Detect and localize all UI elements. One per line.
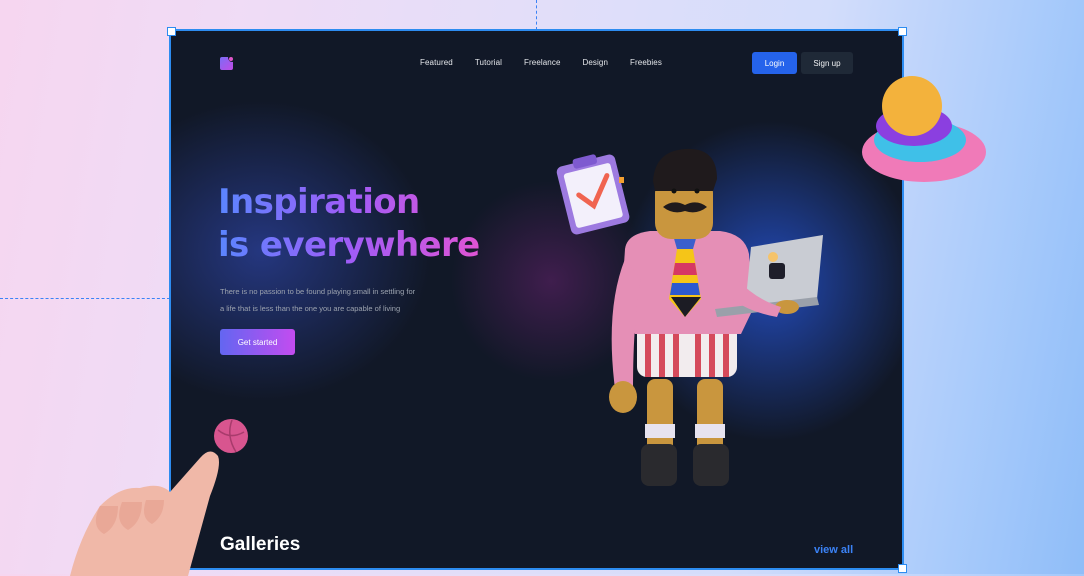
- signup-button[interactable]: Sign up: [801, 52, 853, 74]
- nav-item-tutorial[interactable]: Tutorial: [475, 58, 502, 67]
- login-button[interactable]: Login: [752, 52, 797, 74]
- resize-handle-top-right[interactable]: [898, 27, 907, 36]
- get-started-button[interactable]: Get started: [220, 329, 295, 355]
- headline-line-2: is everywhere: [218, 225, 480, 265]
- logo-mark-icon[interactable]: [220, 57, 233, 70]
- hand-with-ball-decoration: [70, 419, 248, 576]
- vertical-guide-line: [536, 0, 537, 30]
- subtext-line-2: a life that is less than the one you are…: [220, 304, 401, 313]
- character-illustration: [556, 148, 823, 486]
- resize-handle-top-left[interactable]: [167, 27, 176, 36]
- clipboard-icon: [556, 154, 630, 235]
- landing-page-frame[interactable]: Featured Tutorial Freelance Design Freeb…: [169, 29, 904, 570]
- subtext-line-1: There is no passion to be found playing …: [220, 287, 416, 296]
- resize-handle-bottom-right[interactable]: [898, 564, 907, 573]
- headline-line-1: Inspiration: [218, 182, 420, 222]
- top-navigation: Featured Tutorial Freelance Design Freeb…: [420, 58, 662, 67]
- layered-rings-decoration: [862, 76, 986, 182]
- hero-headline: Inspiration is everywhere: [218, 181, 480, 267]
- view-all-link[interactable]: view all: [814, 544, 853, 556]
- nav-item-featured[interactable]: Featured: [420, 58, 453, 67]
- horizontal-guide-line: [0, 298, 170, 299]
- nav-item-design[interactable]: Design: [583, 58, 609, 67]
- orange-dot: [619, 177, 624, 183]
- nav-item-freebies[interactable]: Freebies: [630, 58, 662, 67]
- nav-item-freelance[interactable]: Freelance: [524, 58, 560, 67]
- hero-subtext: There is no passion to be found playing …: [220, 283, 460, 317]
